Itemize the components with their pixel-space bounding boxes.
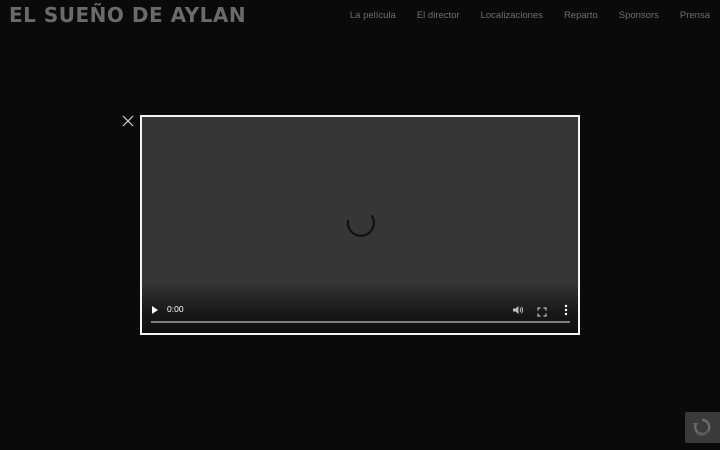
video-modal: 0:00 [140, 115, 580, 335]
progress-bar[interactable] [151, 321, 570, 323]
site-logo[interactable]: El sueño de Aylan [9, 3, 246, 27]
nav-item-el-director[interactable]: El director [417, 10, 460, 21]
nav-item-reparto[interactable]: Reparto [564, 10, 598, 21]
nav-item-la-pelicula[interactable]: La película [350, 10, 396, 21]
time-display: 0:00 [167, 304, 184, 314]
volume-icon[interactable] [512, 303, 524, 315]
nav-item-prensa[interactable]: Prensa [680, 10, 710, 21]
close-icon[interactable] [122, 114, 134, 127]
nav-item-sponsors[interactable]: Sponsors [619, 10, 659, 21]
recaptcha-icon [693, 418, 711, 436]
loading-spinner-icon [342, 203, 378, 239]
main-nav: La película El director Localizaciones R… [329, 10, 710, 21]
video-player[interactable]: 0:00 [142, 117, 578, 333]
nav-item-localizaciones[interactable]: Localizaciones [481, 10, 543, 21]
page: El sueño de Aylan La película El directo… [0, 0, 720, 450]
more-vertical-icon[interactable] [562, 303, 570, 316]
recaptcha-badge[interactable] [685, 412, 720, 443]
fullscreen-icon[interactable] [537, 304, 547, 317]
site-header: El sueño de Aylan La película El directo… [0, 0, 720, 32]
play-icon[interactable] [150, 303, 160, 315]
